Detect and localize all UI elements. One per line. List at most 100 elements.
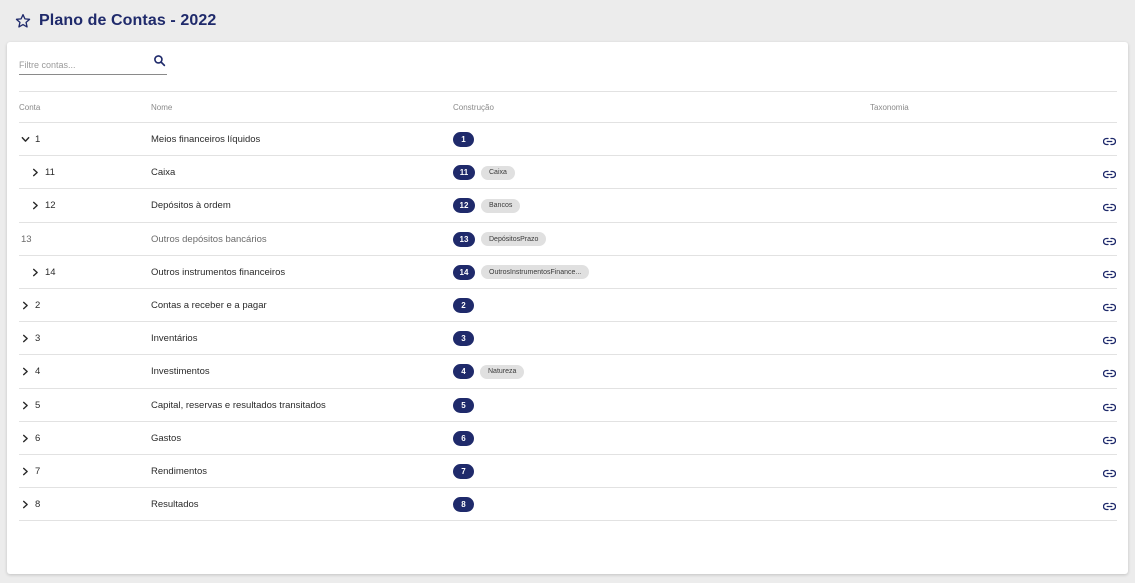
construction-cell: 3 xyxy=(453,322,474,355)
account-code-cell: 4 xyxy=(21,355,40,388)
chevron-right-icon[interactable] xyxy=(21,500,30,509)
table-row[interactable]: 1 Meios financeiros líquidos 1 xyxy=(19,123,1117,157)
account-name: Depósitos à ordem xyxy=(151,200,231,212)
construction-cell: 13 DepósitosPrazo xyxy=(453,223,547,256)
construction-cell: 12 Bancos xyxy=(453,189,521,222)
account-code-cell: 2 xyxy=(21,289,40,322)
account-badge: 4 xyxy=(453,364,474,380)
link-icon[interactable] xyxy=(1102,267,1117,278)
construction-cell: 4 Natureza xyxy=(453,355,525,388)
chevron-right-icon[interactable] xyxy=(31,201,40,210)
construction-cell: 14 OutrosInstrumentosFinance... xyxy=(453,256,590,289)
link-icon[interactable] xyxy=(1102,234,1117,245)
table-body: 1 Meios financeiros líquidos 1 11 Caixa 11 Cai… xyxy=(19,123,1117,522)
link-icon[interactable] xyxy=(1102,400,1117,411)
link-icon[interactable] xyxy=(1102,200,1117,212)
construction-cell: 11 Caixa xyxy=(453,156,515,189)
account-name: Capital, reservas e resultados transitad… xyxy=(151,399,326,411)
table-row[interactable]: 7 Rendimentos 7 xyxy=(19,455,1117,489)
account-code: 6 xyxy=(35,432,41,444)
account-code: 14 xyxy=(45,266,56,278)
table-row[interactable]: 3 Inventários 3 xyxy=(19,322,1117,356)
link-icon[interactable] xyxy=(1102,134,1117,146)
taxonomy-tag: OutrosInstrumentosFinance... xyxy=(481,265,590,280)
chevron-right-icon[interactable] xyxy=(31,268,40,277)
column-header-nome: Nome xyxy=(151,103,173,112)
account-badge: 11 xyxy=(453,165,475,181)
account-code: 4 xyxy=(35,366,41,378)
account-code: 8 xyxy=(35,499,41,511)
account-code-cell: 1 xyxy=(21,123,40,156)
chevron-down-icon[interactable] xyxy=(21,135,30,144)
construction-cell: 5 xyxy=(453,389,474,422)
account-code-cell: 14 xyxy=(31,256,56,289)
taxonomy-tag: Natureza xyxy=(480,364,525,379)
account-badge: 5 xyxy=(453,397,474,413)
table-row[interactable]: 8 Resultados 8 xyxy=(19,488,1117,522)
link-icon[interactable] xyxy=(1102,433,1117,444)
table-row[interactable]: 5 Capital, reservas e resultados transita… xyxy=(19,389,1117,422)
account-badge: 13 xyxy=(453,231,475,247)
taxonomy-tag: DepósitosPrazo xyxy=(481,232,547,247)
account-code: 11 xyxy=(45,167,55,179)
account-badge: 14 xyxy=(453,264,475,280)
table-row[interactable]: 11 Caixa 11 Caixa xyxy=(19,156,1117,190)
chevron-right-icon[interactable] xyxy=(21,467,30,476)
account-name: Caixa xyxy=(151,167,176,179)
page-header: Plano de Contas - 2022 xyxy=(0,0,1135,42)
chevron-right-icon[interactable] xyxy=(31,168,40,177)
table-row[interactable]: 12 Depósitos à ordem 12 Bancos xyxy=(19,189,1117,223)
construction-cell: 7 xyxy=(453,455,474,488)
account-name: Resultados xyxy=(151,499,199,511)
chevron-right-icon[interactable] xyxy=(21,367,30,376)
chevron-right-icon[interactable] xyxy=(21,401,30,410)
account-code: 5 xyxy=(35,399,41,411)
link-icon[interactable] xyxy=(1102,366,1117,378)
account-name: Rendimentos xyxy=(151,465,207,477)
link-icon[interactable] xyxy=(1102,300,1117,312)
account-code: 1 xyxy=(35,134,41,145)
link-icon[interactable] xyxy=(1102,333,1117,345)
search-icon[interactable] xyxy=(153,54,166,67)
construction-cell: 6 xyxy=(453,422,474,455)
account-name: Outros instrumentos financeiros xyxy=(151,266,286,278)
account-badge: 2 xyxy=(453,297,474,313)
link-icon[interactable] xyxy=(1102,499,1117,511)
table-row[interactable]: 14 Outros instrumentos financeiros 14 Outro… xyxy=(19,256,1117,289)
account-name: Gastos xyxy=(151,432,182,444)
account-code: 3 xyxy=(35,333,41,345)
account-name: Outros depósitos bancários xyxy=(151,233,267,245)
taxonomy-tag: Caixa xyxy=(481,165,515,180)
construction-cell: 8 xyxy=(453,488,474,521)
taxonomy-tag: Bancos xyxy=(481,198,521,213)
account-code-cell: 8 xyxy=(21,488,40,521)
table-header: Conta Nome Construção Taxonomia xyxy=(19,91,1117,123)
account-badge: 12 xyxy=(453,198,475,214)
link-icon[interactable] xyxy=(1102,167,1117,179)
column-header-construcao: Construção xyxy=(453,103,494,112)
table-row[interactable]: 6 Gastos 6 xyxy=(19,422,1117,455)
search-box xyxy=(19,54,167,75)
chevron-right-icon[interactable] xyxy=(21,301,30,310)
chevron-right-icon[interactable] xyxy=(21,434,30,443)
chevron-right-icon[interactable] xyxy=(21,334,30,343)
table-row[interactable]: 13 Outros depósitos bancários 13 DepósitosP… xyxy=(19,223,1117,256)
account-code: 7 xyxy=(35,465,41,477)
account-badge: 8 xyxy=(453,497,474,513)
star-icon[interactable] xyxy=(15,13,31,29)
search-input[interactable] xyxy=(19,57,137,73)
account-name: Contas a receber e a pagar xyxy=(151,299,267,311)
account-badge: 7 xyxy=(453,463,474,479)
link-icon[interactable] xyxy=(1102,466,1117,478)
column-header-conta: Conta xyxy=(19,103,41,112)
account-code-cell: 6 xyxy=(21,422,40,455)
account-code: 12 xyxy=(45,200,56,212)
table-row[interactable]: 2 Contas a receber e a pagar 2 xyxy=(19,289,1117,323)
account-badge: 1 xyxy=(453,132,474,147)
account-code: 2 xyxy=(35,299,41,311)
account-code-cell: 3 xyxy=(21,322,40,355)
column-header-taxonomia: Taxonomia xyxy=(870,103,909,112)
construction-cell: 2 xyxy=(453,289,474,322)
account-badge: 6 xyxy=(453,430,474,446)
table-row[interactable]: 4 Investimentos 4 Natureza xyxy=(19,355,1117,389)
